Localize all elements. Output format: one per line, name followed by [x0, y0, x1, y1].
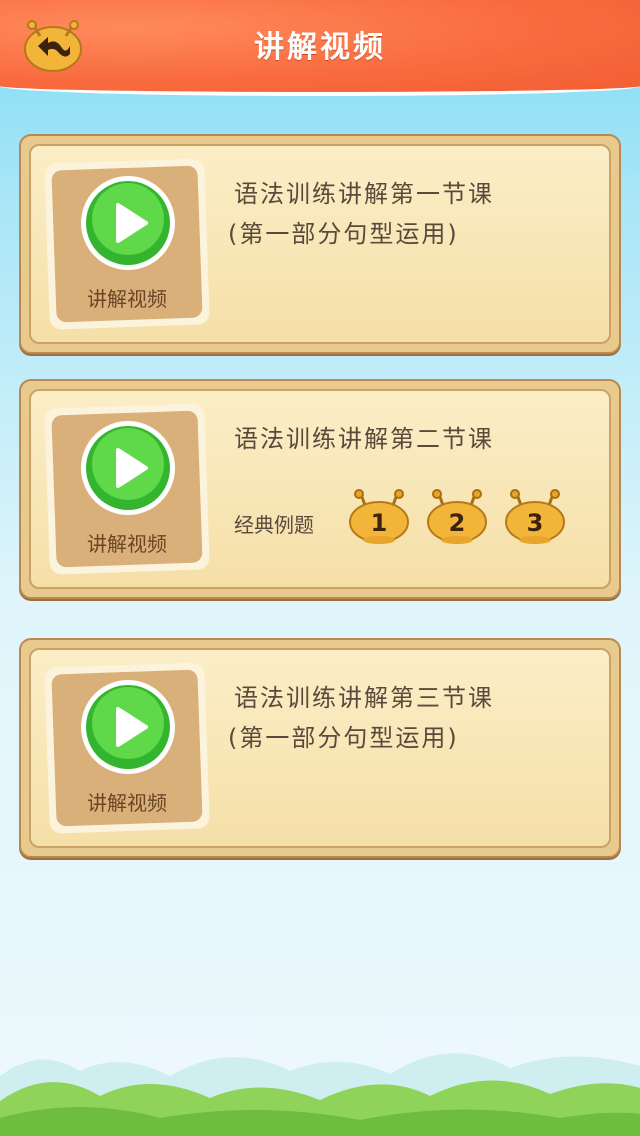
example-button-3[interactable]: 3 [504, 486, 566, 546]
lesson-subtitle: (第一部分句型运用) [228, 724, 459, 752]
lesson-title: 语法训练讲解第三节课 [234, 684, 494, 712]
video-tile-label: 讲解视频 [87, 287, 167, 311]
header-bar: 讲解视频 [0, 0, 640, 96]
lesson-card-2: 讲解视频 语法训练讲解第二节课 经典例题 1 2 3 [19, 379, 621, 599]
lesson-card-1: 讲解视频 语法训练讲解第一节课 (第一部分句型运用) [19, 134, 621, 354]
video-tile-2[interactable]: 讲解视频 [44, 403, 210, 575]
svg-text:3: 3 [527, 509, 544, 537]
svg-text:2: 2 [449, 509, 466, 537]
svg-text:1: 1 [371, 509, 388, 537]
play-icon[interactable] [80, 175, 176, 271]
play-icon[interactable] [80, 679, 176, 775]
play-icon[interactable] [80, 420, 176, 516]
page-title: 讲解视频 [254, 30, 386, 65]
video-tile-3[interactable]: 讲解视频 [44, 662, 210, 834]
lesson-title: 语法训练讲解第一节课 [234, 180, 494, 208]
video-tile-label: 讲解视频 [87, 791, 167, 815]
video-tile-1[interactable]: 讲解视频 [44, 158, 210, 330]
hills-decoration [0, 1053, 640, 1136]
lesson-title: 语法训练讲解第二节课 [234, 425, 494, 453]
lesson-subtitle: (第一部分句型运用) [228, 220, 459, 248]
video-tile-label: 讲解视频 [87, 532, 167, 556]
example-button-2[interactable]: 2 [426, 486, 488, 546]
lesson-card-3: 讲解视频 语法训练讲解第三节课 (第一部分句型运用) [19, 638, 621, 858]
example-button-1[interactable]: 1 [348, 486, 410, 546]
examples-label: 经典例题 [234, 513, 314, 537]
